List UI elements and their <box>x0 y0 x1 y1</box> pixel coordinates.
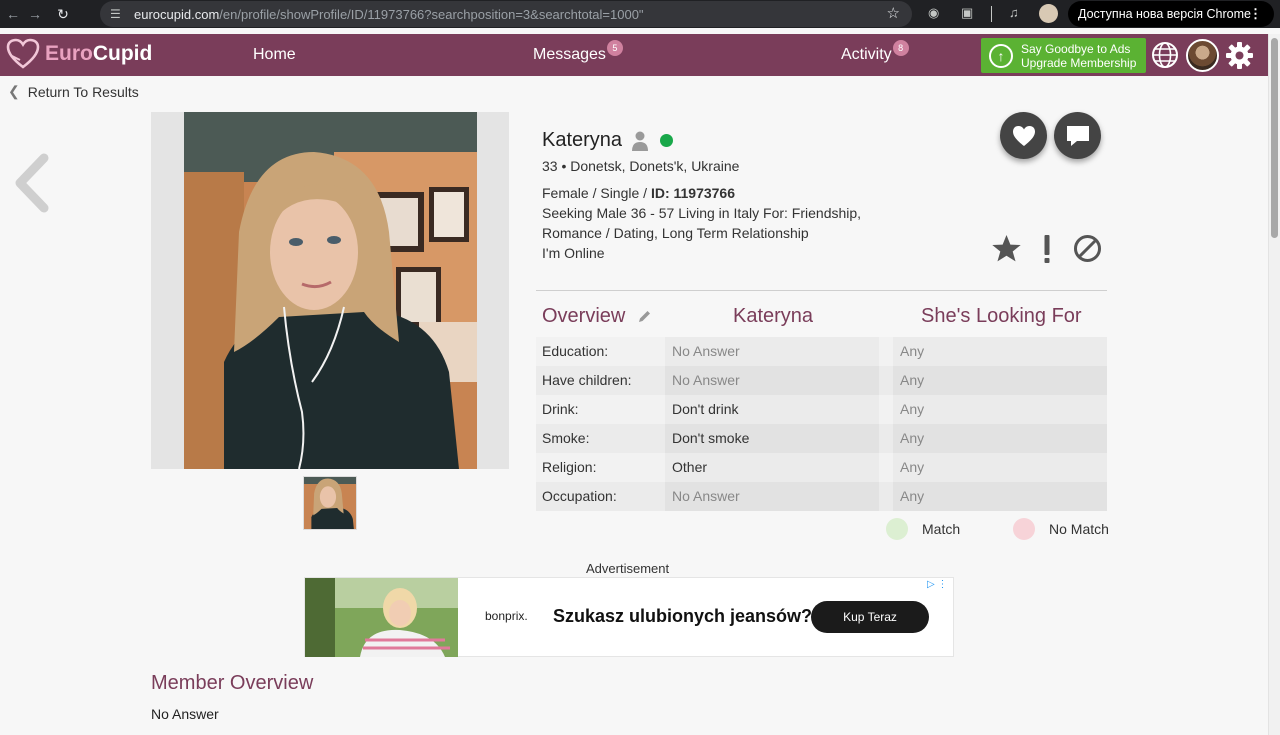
legend-match-label: Match <box>922 521 961 537</box>
previous-profile-arrow-icon[interactable] <box>12 150 52 216</box>
profile-name: Kateryna <box>542 129 623 151</box>
more-menu-icon[interactable]: ⋮ <box>1249 6 1262 22</box>
member-overview-text: No Answer <box>151 706 219 722</box>
profile-seeking-line2: Romance / Dating, Long Term Relationship <box>542 225 809 241</box>
heart-icon <box>1012 125 1035 146</box>
overview-member-column-header: Kateryna <box>733 305 814 327</box>
forward-icon[interactable]: → <box>24 6 46 22</box>
advertisement-label: Advertisement <box>586 561 670 576</box>
return-to-results-link[interactable]: ❮ Return To Results <box>8 83 139 100</box>
return-link-label: Return To Results <box>27 83 139 100</box>
overview-looking-for-column-header: She's Looking For <box>921 305 1082 327</box>
edit-pencil-icon[interactable] <box>637 309 652 324</box>
eurocupid-logo[interactable]: EuroCupid <box>6 38 152 70</box>
chrome-profile-avatar[interactable] <box>1039 4 1058 23</box>
row-value: Other <box>665 453 879 482</box>
legend-no-match: No Match <box>1013 518 1109 540</box>
site-info-icon[interactable]: ☰ <box>110 7 126 21</box>
table-row: Education: No Answer Any <box>536 337 1107 366</box>
profile-name-row: Kateryna <box>542 129 674 152</box>
globe-icon[interactable] <box>1151 41 1179 69</box>
chat-bubble-icon <box>1066 125 1089 146</box>
extensions-icon[interactable]: ▣ <box>961 5 973 21</box>
row-value: Don't smoke <box>665 424 879 453</box>
brand-name: EuroCupid <box>45 42 153 65</box>
chevron-left-icon: ❮ <box>8 83 20 99</box>
toolbar-separator <box>991 6 992 22</box>
upload-arrow-icon: ↑ <box>989 43 1013 68</box>
legend-match: Match <box>886 518 960 540</box>
online-indicator <box>660 134 674 147</box>
row-value: No Answer <box>665 482 879 511</box>
row-looking-for: Any <box>893 366 1107 395</box>
match-color-dot <box>886 518 908 540</box>
bookmark-star-icon[interactable]: ☆ <box>887 4 900 22</box>
back-icon[interactable]: ← <box>2 6 24 22</box>
row-looking-for: Any <box>893 482 1107 511</box>
report-exclamation-icon[interactable] <box>1039 233 1055 264</box>
scrollbar-thumb[interactable] <box>1271 38 1278 238</box>
upgrade-membership-button[interactable]: ↑ Say Goodbye to Ads Upgrade Membership <box>981 38 1146 73</box>
no-match-color-dot <box>1013 518 1035 540</box>
media-control-icon[interactable]: ♫ <box>1009 5 1019 20</box>
url-text: eurocupid.com/en/profile/showProfile/ID/… <box>134 6 644 22</box>
profile-main-photo[interactable] <box>184 112 477 469</box>
ad-choices-icon[interactable]: ▷ ⋮ <box>927 579 947 590</box>
profile-online-status: I'm Online <box>542 245 605 261</box>
like-button[interactable] <box>1000 112 1047 159</box>
section-divider <box>536 290 1107 291</box>
overview-heading: Overview <box>542 305 626 327</box>
row-label: Have children: <box>542 372 632 388</box>
row-looking-for: Any <box>893 395 1107 424</box>
nav-home[interactable]: Home <box>253 46 296 64</box>
profile-photo-thumbnail[interactable] <box>303 476 357 530</box>
reload-icon[interactable]: ↻ <box>50 6 76 23</box>
row-label: Occupation: <box>542 488 617 504</box>
nav-messages[interactable]: Messages 5 <box>533 40 623 64</box>
block-icon[interactable] <box>1072 233 1103 264</box>
ad-image[interactable] <box>305 578 458 657</box>
row-label: Religion: <box>542 459 597 475</box>
legend-no-match-label: No Match <box>1049 521 1109 537</box>
row-value: No Answer <box>665 337 879 366</box>
table-row: Religion: Other Any <box>536 453 1107 482</box>
table-row: Drink: Don't drink Any <box>536 395 1107 424</box>
heart-logo-icon <box>6 38 40 69</box>
page-scrollbar[interactable] <box>1268 34 1280 735</box>
table-row: Occupation: No Answer Any <box>536 482 1107 511</box>
ad-brand: bonprix. <box>485 609 528 623</box>
profile-seeking-line1: Seeking Male 36 - 57 Living in Italy For… <box>542 205 862 221</box>
nav-activity[interactable]: Activity 8 <box>841 40 909 64</box>
row-value: No Answer <box>665 366 879 395</box>
person-icon <box>632 131 649 151</box>
row-looking-for: Any <box>893 424 1107 453</box>
row-label: Drink: <box>542 401 579 417</box>
settings-gear-icon[interactable] <box>1225 41 1254 70</box>
table-row: Smoke: Don't smoke Any <box>536 424 1107 453</box>
chrome-update-label: Доступна нова версія Chrome <box>1078 7 1251 21</box>
row-looking-for: Any <box>893 453 1107 482</box>
messages-count-badge: 5 <box>606 40 623 56</box>
profile-gender-id: Female / Single / ID: 11973766 <box>542 185 736 201</box>
activity-count-badge: 8 <box>892 40 909 56</box>
browser-toolbar: ← → ↻ ☰ eurocupid.com/en/profile/showPro… <box>0 0 1280 28</box>
row-value: Don't drink <box>665 395 879 424</box>
row-looking-for: Any <box>893 337 1107 366</box>
advertisement-banner[interactable]: bonprix. Szukasz ulubionych jeansów? Kup… <box>304 577 954 657</box>
member-overview-heading: Member Overview <box>151 672 314 694</box>
ad-cta-button[interactable]: Kup Teraz <box>811 601 929 633</box>
profile-age-location: 33 • Donetsk, Donets'k, Ukraine <box>542 158 740 174</box>
upgrade-text: Say Goodbye to Ads Upgrade Membership <box>1021 41 1137 70</box>
row-label: Education: <box>542 343 609 359</box>
message-button[interactable] <box>1054 112 1101 159</box>
ad-headline: Szukasz ulubionych jeansów? <box>553 606 813 626</box>
address-bar[interactable]: ☰ eurocupid.com/en/profile/showProfile/I… <box>100 1 912 27</box>
row-label: Smoke: <box>542 430 590 446</box>
user-avatar[interactable] <box>1186 39 1219 72</box>
site-header: EuroCupid Home Messages 5 Activity 8 ↑ S… <box>0 34 1268 76</box>
chrome-update-button[interactable]: Доступна нова версія Chrome ⋮ <box>1068 1 1274 27</box>
table-row: Have children: No Answer Any <box>536 366 1107 395</box>
camera-icon[interactable]: ◉ <box>928 5 939 21</box>
favorite-star-icon[interactable] <box>991 233 1022 264</box>
